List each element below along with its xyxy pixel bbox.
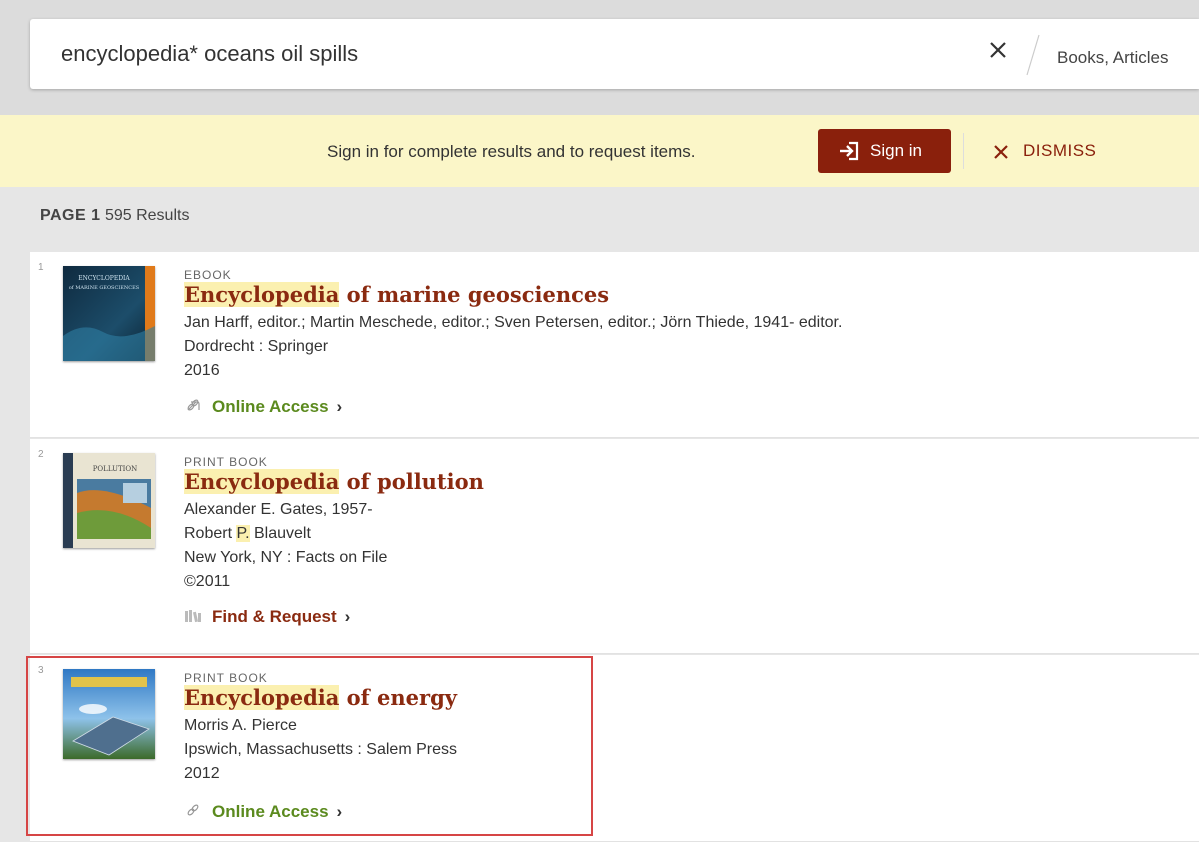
search-bar: encyclopedia* oceans oil spills Books, A… [30,19,1199,89]
chevron-right-icon: › [336,802,343,821]
result-type: EBOOK [184,268,232,282]
access-label: Online Access [212,802,329,821]
title-rest: of pollution [339,469,484,494]
signin-banner: Sign in for complete results and to requ… [0,115,1199,187]
link-icon [187,804,199,816]
result-author: Morris A. Pierce [184,717,297,734]
result-index: 2 [38,449,44,460]
access-label: Online Access [212,397,329,416]
title-highlight: Encyclopedia [184,282,340,307]
author-initial-highlight: P. [236,525,250,542]
result-item: 1 ENCYCLOPEDIA of MARINE GEOSCIENCES EBO… [30,252,1199,438]
result-authors: Jan Harff, editor.; Martin Meschede, edi… [184,314,843,331]
result-publisher: New York, NY : Facts on File [184,549,388,566]
access-label: Find & Request [212,607,337,626]
result-author: Alexander E. Gates, 1957- [184,501,373,518]
online-access-link[interactable]: Online Access › [184,397,342,417]
cover-title: ENCYCLOPEDIA [78,275,130,282]
result-title-link[interactable]: Encyclopedia of marine geosciences [184,282,609,307]
book-cover-thumbnail[interactable] [63,669,155,759]
result-type: PRINT BOOK [184,671,268,685]
search-scope-select[interactable]: Books, Articles [1057,48,1199,68]
book-cover-thumbnail[interactable]: ENCYCLOPEDIA of MARINE GEOSCIENCES [63,266,155,361]
result-author: Robert P. Blauvelt [184,525,311,543]
sign-in-button[interactable]: Sign in [818,129,951,173]
results-list: 1 ENCYCLOPEDIA of MARINE GEOSCIENCES EBO… [30,252,1199,842]
author-name-part: Robert [184,525,237,542]
dismiss-label: DISMISS [1023,141,1097,160]
result-year: 2012 [184,765,220,782]
result-item: 3 PRINT BOOK Encyclopedia of energy Morr… [30,655,1199,842]
chevron-right-icon: › [344,607,351,626]
book-icon [185,610,201,623]
result-index: 1 [38,262,44,273]
search-input[interactable]: encyclopedia* oceans oil spills [61,41,358,67]
book-cover-thumbnail[interactable]: POLLUTION [63,453,155,548]
online-access-link[interactable]: Online Access › [184,802,342,822]
result-title-link[interactable]: Encyclopedia of energy [184,685,457,710]
page-label: PAGE 1 [40,207,101,224]
link-icon [187,399,200,411]
title-rest: of marine geosciences [339,282,610,307]
results-count: 595 Results [104,207,190,224]
sign-in-label: Sign in [870,141,922,160]
title-rest: of energy [339,685,457,710]
result-index: 3 [38,665,44,676]
find-request-link[interactable]: Find & Request › [184,607,350,627]
result-year: 2016 [184,362,220,379]
close-icon [994,145,1008,159]
title-highlight: Encyclopedia [184,685,340,710]
clear-search-icon[interactable] [985,37,1011,63]
author-name-part: Blauvelt [249,525,311,542]
title-highlight: Encyclopedia [184,469,340,494]
chevron-right-icon: › [336,397,343,416]
result-publisher: Dordrecht : Springer [184,338,329,355]
banner-divider [963,133,964,169]
result-year: ©2011 [184,573,231,590]
result-title-link[interactable]: Encyclopedia of pollution [184,469,484,494]
cover-title: POLLUTION [93,465,138,473]
result-item: 2 POLLUTION PRINT BOOK Encyclopedia of p… [30,439,1199,654]
sign-in-icon [840,141,859,161]
results-summary: PAGE 1 595 Results [40,207,189,225]
search-divider [1026,34,1040,76]
cover-subtitle: of MARINE GEOSCIENCES [69,285,140,291]
result-type: PRINT BOOK [184,455,268,469]
result-publisher: Ipswich, Massachusetts : Salem Press [184,741,457,758]
signin-banner-message: Sign in for complete results and to requ… [327,142,696,161]
